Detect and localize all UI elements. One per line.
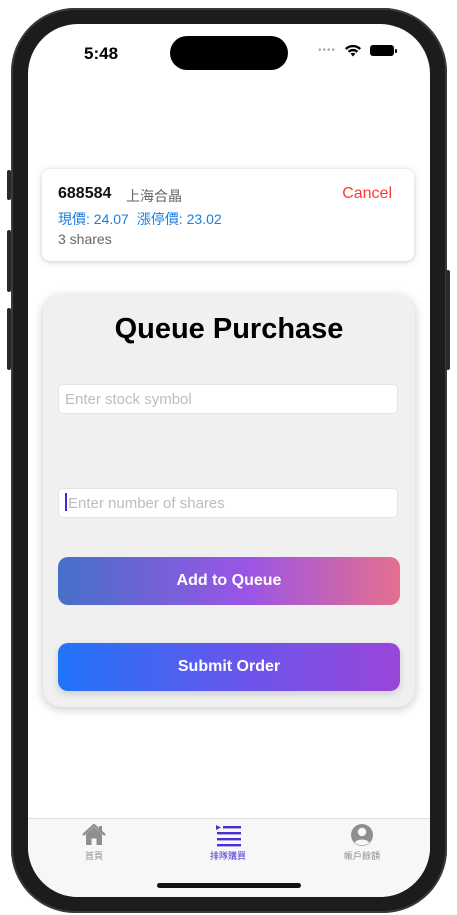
tab-home[interactable]: 首頁 [44,823,144,862]
tab-queue-label: 排隊購買 [209,851,246,861]
tab-queue-purchase[interactable]: 排隊購買 [178,823,278,862]
power-button [446,270,450,370]
queued-shares: 3 shares [58,231,112,247]
queue-purchase-form: Queue Purchase Enter stock symbol Enter … [43,295,415,707]
queued-stock-name: 上海合晶 [126,188,182,204]
list-icon [216,825,241,847]
queued-stock-symbol: 688584 [58,185,112,202]
volume-up-button [7,230,11,292]
home-indicator [157,883,301,888]
volume-down-button [7,308,11,370]
stock-symbol-input[interactable]: Enter stock symbol [58,384,398,414]
submit-order-button[interactable]: Submit Order [58,643,400,691]
stock-symbol-placeholder: Enter stock symbol [65,391,192,408]
form-title: Queue Purchase [114,313,344,345]
shares-input[interactable]: Enter number of shares [58,488,398,518]
status-icons: •••• [317,44,397,57]
price-info: 現價: 24.07 漲停價: 23.02 [58,209,222,229]
status-time: 5:48 [84,44,119,63]
limit-up-price: 漲停價: 23.02 [136,211,222,227]
tab-account-label: 帳戶餘額 [343,851,380,861]
signal-dots-icon: •••• [317,44,336,56]
text-caret [65,493,67,511]
tab-home-label: 首頁 [84,851,103,861]
house-icon [82,823,106,845]
person-circle-icon [351,824,373,846]
current-price: 現價: 24.07 [58,211,129,227]
silent-switch [7,170,11,200]
dynamic-island [170,36,288,70]
shares-placeholder: Enter number of shares [68,495,225,512]
cancel-button[interactable]: Cancel [342,185,392,203]
add-to-queue-button[interactable]: Add to Queue [58,557,400,605]
tab-account-balance[interactable]: 帳戶餘額 [312,823,412,862]
app-screen: 5:48 •••• 688584 上海合晶 Cancel 現價: 24.07 漲停… [28,24,430,897]
wifi-icon [345,44,361,57]
battery-icon [370,45,397,56]
queued-order-card: 688584 上海合晶 Cancel 現價: 24.07 漲停價: 23.02 3… [42,169,414,261]
